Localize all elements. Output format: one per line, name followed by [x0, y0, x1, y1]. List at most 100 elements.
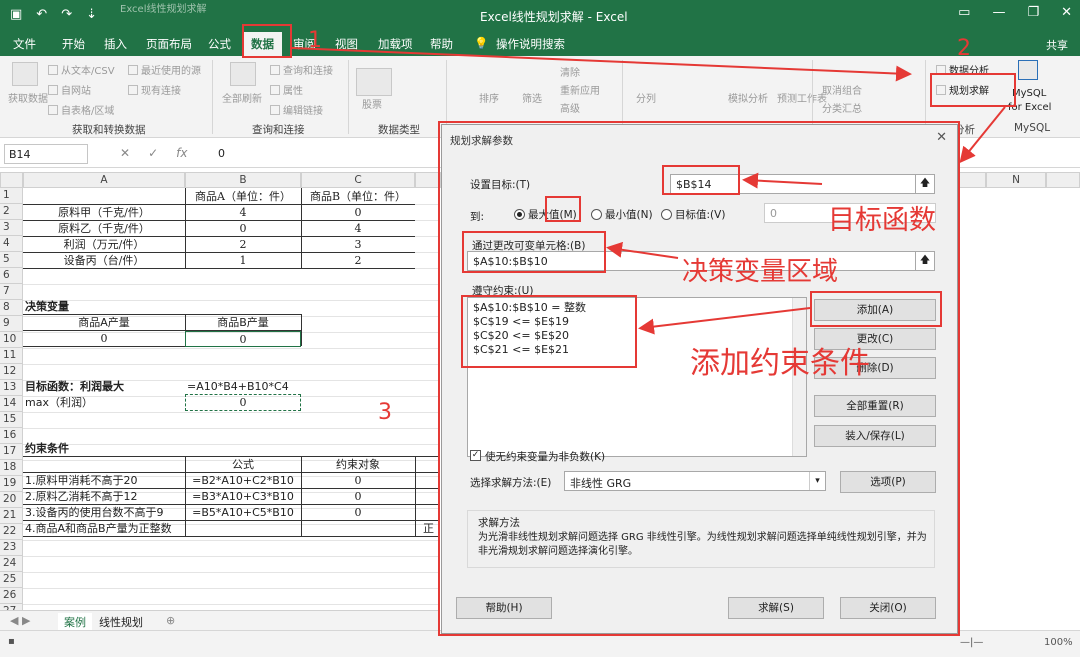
row-header[interactable]: 14 — [0, 396, 23, 412]
row-header[interactable]: 4 — [0, 236, 23, 252]
cell-b10[interactable]: 0 — [185, 331, 301, 347]
ribbon-display-icon[interactable]: ▭ — [958, 5, 970, 20]
row-header[interactable]: 5 — [0, 252, 23, 268]
cell-b2[interactable]: 4 — [185, 205, 301, 221]
tab-home[interactable]: 开始 — [62, 36, 85, 52]
tell-me-search[interactable]: 操作说明搜索 — [496, 36, 565, 52]
cell-a8[interactable]: 决策变量 — [25, 299, 185, 315]
cell-b18[interactable]: 公式 — [185, 457, 301, 473]
tab-file[interactable]: 文件 — [13, 36, 36, 52]
advanced-button[interactable]: 高级 — [560, 100, 580, 115]
from-web[interactable]: 自网站 — [48, 82, 91, 97]
cell-c19[interactable]: 0 — [301, 473, 415, 489]
enter-icon[interactable]: ✓ — [148, 146, 158, 160]
cell-c4[interactable]: 3 — [301, 237, 415, 253]
cancel-icon[interactable]: ✕ — [120, 146, 130, 160]
column-header-n[interactable]: N — [986, 172, 1046, 188]
cell-a2[interactable]: 原料甲（千克/件） — [23, 205, 185, 221]
cell-c2[interactable]: 0 — [301, 205, 415, 221]
cell-a13[interactable]: 目标函数：利润最大 — [25, 379, 185, 395]
column-header-m[interactable] — [958, 172, 986, 188]
tab-view[interactable]: 视图 — [335, 36, 358, 52]
cell-c20[interactable]: 0 — [301, 489, 415, 505]
row-header[interactable]: 16 — [0, 428, 23, 444]
row-header[interactable]: 23 — [0, 540, 23, 556]
sheet-tab-lp[interactable]: 线性规划 — [93, 613, 149, 631]
fx-icon[interactable]: fx — [176, 146, 187, 160]
row-header[interactable]: 18 — [0, 460, 23, 476]
row-header[interactable]: 6 — [0, 268, 23, 284]
column-header-b[interactable]: B — [185, 172, 301, 188]
cell-a9[interactable]: 商品A产量 — [23, 315, 185, 331]
sort-button[interactable]: 排序 — [479, 90, 499, 105]
what-if-analysis[interactable]: 模拟分析 — [728, 90, 768, 105]
tab-help[interactable]: 帮助 — [430, 36, 453, 52]
cell-a19[interactable]: 1.原料甲消耗不高于20 — [25, 473, 185, 489]
zoom-level[interactable]: 100% — [1044, 637, 1073, 648]
close-icon[interactable]: ✕ — [1061, 5, 1072, 20]
row-header[interactable]: 10 — [0, 332, 23, 348]
row-header[interactable]: 22 — [0, 524, 23, 540]
subtotal-button[interactable]: 分类汇总 — [822, 100, 862, 115]
restore-icon[interactable]: ❐ — [1027, 5, 1039, 20]
column-header-o[interactable] — [1046, 172, 1080, 188]
cell-b5[interactable]: 1 — [185, 253, 301, 269]
reapply-button[interactable]: 重新应用 — [560, 82, 600, 97]
cell-a10[interactable]: 0 — [23, 331, 185, 347]
cell-a17[interactable]: 约束条件 — [25, 441, 185, 457]
row-header[interactable]: 7 — [0, 284, 23, 300]
minimize-icon[interactable]: — — [992, 5, 1005, 20]
row-header[interactable]: 9 — [0, 316, 23, 332]
column-header-c[interactable]: C — [301, 172, 415, 188]
cell-b9[interactable]: 商品B产量 — [185, 315, 301, 331]
row-header[interactable]: 13 — [0, 380, 23, 396]
row-header[interactable]: 1 — [0, 188, 23, 204]
select-all-corner[interactable] — [0, 172, 23, 188]
mysql-button-line1[interactable]: MySQL — [1012, 88, 1046, 99]
column-header-a[interactable]: A — [23, 172, 185, 188]
cell-a14[interactable]: max（利润） — [25, 395, 185, 411]
tab-formulas[interactable]: 公式 — [208, 36, 231, 52]
cell-b21[interactable]: =B5*A10+C5*B10 — [185, 505, 301, 521]
tab-addins[interactable]: 加载项 — [378, 36, 413, 52]
forecast-sheet[interactable]: 预测工作表 — [777, 90, 827, 105]
cell-b19[interactable]: =B2*A10+C2*B10 — [185, 473, 301, 489]
row-header[interactable]: 15 — [0, 412, 23, 428]
cell-a20[interactable]: 2.原料乙消耗不高于12 — [25, 489, 185, 505]
cell-a3[interactable]: 原料乙（千克/件） — [23, 221, 185, 237]
row-header[interactable]: 20 — [0, 492, 23, 508]
cell-b3[interactable]: 0 — [185, 221, 301, 237]
recent-sources[interactable]: 最近使用的源 — [128, 62, 201, 77]
cell-c21[interactable]: 0 — [301, 505, 415, 521]
clear-button[interactable]: 清除 — [560, 64, 580, 79]
cell-c3[interactable]: 4 — [301, 221, 415, 237]
tab-insert[interactable]: 插入 — [104, 36, 127, 52]
row-header[interactable]: 8 — [0, 300, 23, 316]
tab-page-layout[interactable]: 页面布局 — [146, 36, 192, 52]
ungroup-button[interactable]: 取消组合 — [822, 82, 862, 97]
cell-c18[interactable]: 约束对象 — [301, 457, 415, 473]
refresh-all-button[interactable]: 全部刷新 — [222, 90, 262, 105]
get-data-button[interactable]: 获取数据 — [8, 90, 48, 105]
row-header[interactable]: 17 — [0, 444, 23, 460]
cell-b1[interactable]: 商品A（单位：件） — [185, 189, 301, 205]
cell-b14[interactable]: 0 — [185, 394, 301, 411]
row-header[interactable]: 3 — [0, 220, 23, 236]
formula-input[interactable]: 0 — [218, 147, 225, 160]
undo-icon[interactable]: ↶ — [36, 7, 47, 22]
row-header[interactable]: 2 — [0, 204, 23, 220]
name-box[interactable]: B14 — [4, 144, 88, 164]
row-header[interactable]: 26 — [0, 588, 23, 604]
edit-links[interactable]: 编辑链接 — [270, 102, 323, 117]
properties[interactable]: 属性 — [270, 82, 303, 97]
cell-a5[interactable]: 设备丙（台/件） — [23, 253, 185, 269]
cell-c5[interactable]: 2 — [301, 253, 415, 269]
save-icon[interactable]: ▣ — [10, 7, 22, 22]
stocks-button[interactable]: 股票 — [362, 96, 382, 111]
row-header[interactable]: 19 — [0, 476, 23, 492]
existing-connections[interactable]: 现有连接 — [128, 82, 181, 97]
from-table-range[interactable]: 自表格/区域 — [48, 102, 114, 117]
row-header[interactable]: 11 — [0, 348, 23, 364]
cell-a4[interactable]: 利润（万元/件） — [23, 237, 185, 253]
redo-icon[interactable]: ↷ — [61, 7, 72, 22]
